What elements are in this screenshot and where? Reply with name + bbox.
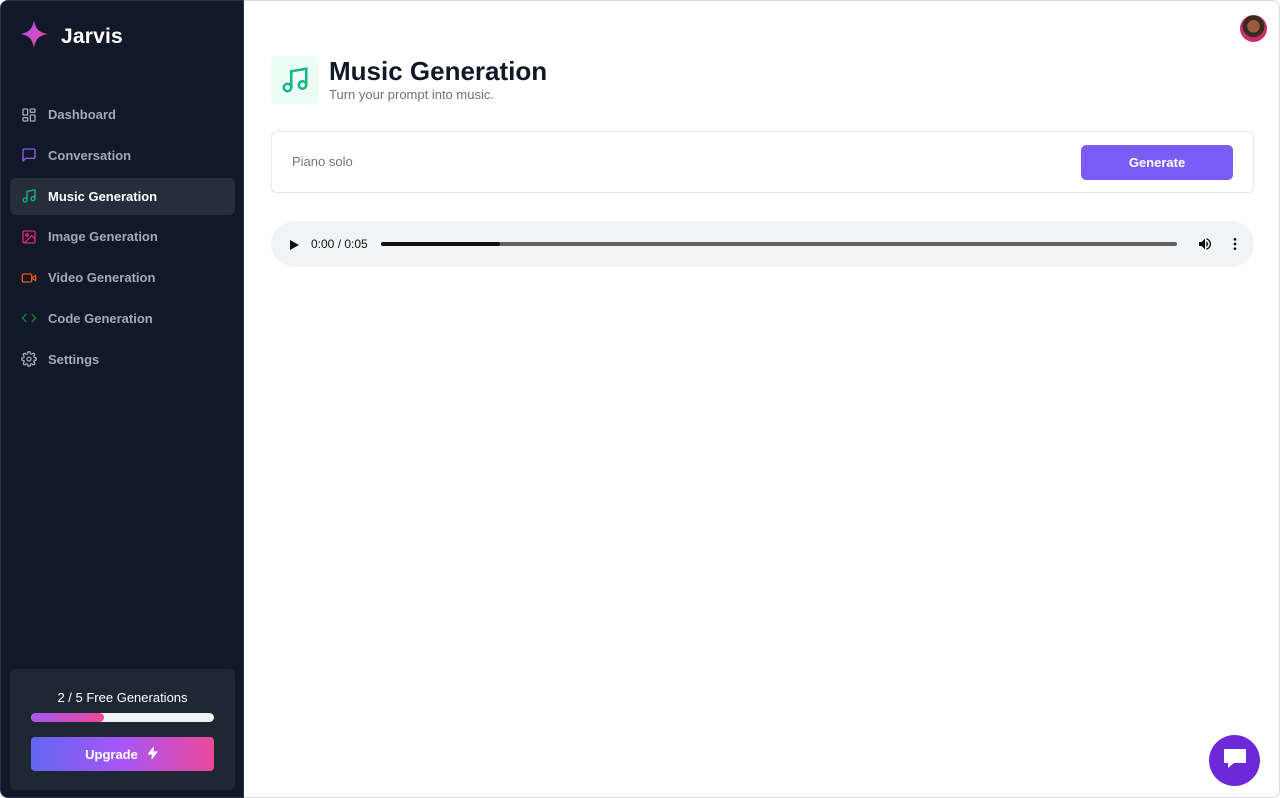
sidebar-item-label: Music Generation [48, 188, 158, 204]
code-icon [20, 309, 38, 327]
sidebar: Jarvis Dashboard Conversation Music Gene… [0, 0, 244, 798]
message-square-icon [20, 146, 38, 164]
chat-support-button[interactable] [1209, 735, 1260, 786]
free-generations-progress [31, 713, 214, 722]
music-icon [271, 56, 319, 104]
sidebar-item-video-generation[interactable]: Video Generation [10, 259, 235, 296]
sparkle-logo-icon [19, 19, 49, 54]
zap-icon [146, 746, 160, 763]
sidebar-item-label: Code Generation [48, 310, 153, 326]
main-content: Music Generation Turn your prompt into m… [244, 0, 1280, 798]
audio-time: 0:00 / 0:05 [311, 237, 368, 251]
music-icon [20, 187, 38, 205]
sidebar-item-code-generation[interactable]: Code Generation [10, 300, 235, 337]
upgrade-label: Upgrade [85, 746, 138, 762]
generate-button[interactable]: Generate [1081, 145, 1233, 180]
page-title: Music Generation [329, 56, 548, 86]
free-generations-card: 2 / 5 Free Generations Upgrade [10, 669, 235, 790]
upgrade-button[interactable]: Upgrade [31, 737, 214, 771]
page-header: Music Generation Turn your prompt into m… [271, 56, 547, 104]
sidebar-item-label: Video Generation [48, 270, 156, 286]
sidebar-item-label: Conversation [48, 147, 132, 163]
layout-grid-icon [20, 106, 38, 124]
page-subtitle: Turn your prompt into music. [329, 87, 494, 102]
sidebar-item-label: Image Generation [48, 229, 158, 245]
audio-seek-bar[interactable] [381, 242, 1177, 246]
sidebar-item-label: Dashboard [48, 107, 116, 122]
video-icon [20, 269, 38, 287]
sidebar-nav: Dashboard Conversation Music Generation … [10, 96, 235, 382]
sidebar-item-music-generation[interactable]: Music Generation [10, 177, 235, 215]
volume-icon[interactable] [1197, 236, 1213, 257]
chat-icon [1222, 746, 1248, 775]
sidebar-item-image-generation[interactable]: Image Generation [10, 218, 235, 255]
sidebar-item-conversation[interactable]: Conversation [10, 137, 235, 174]
user-avatar[interactable] [1240, 15, 1267, 42]
sidebar-item-settings[interactable]: Settings [10, 341, 235, 378]
play-icon[interactable] [288, 238, 300, 256]
brand[interactable]: Jarvis [19, 19, 123, 54]
audio-player: 0:00 / 0:05 [271, 221, 1254, 267]
brand-name: Jarvis [61, 24, 123, 48]
prompt-form: Generate [271, 131, 1254, 193]
image-icon [20, 228, 38, 246]
prompt-input[interactable] [292, 154, 1052, 169]
free-generations-count: 2 / 5 Free Generations [57, 690, 188, 705]
sidebar-item-dashboard[interactable]: Dashboard [10, 96, 235, 133]
sidebar-item-label: Settings [48, 351, 100, 367]
progress-fill [31, 713, 105, 722]
audio-seek-progress [381, 242, 501, 246]
settings-icon [20, 350, 38, 368]
more-options-icon[interactable] [1227, 236, 1243, 257]
